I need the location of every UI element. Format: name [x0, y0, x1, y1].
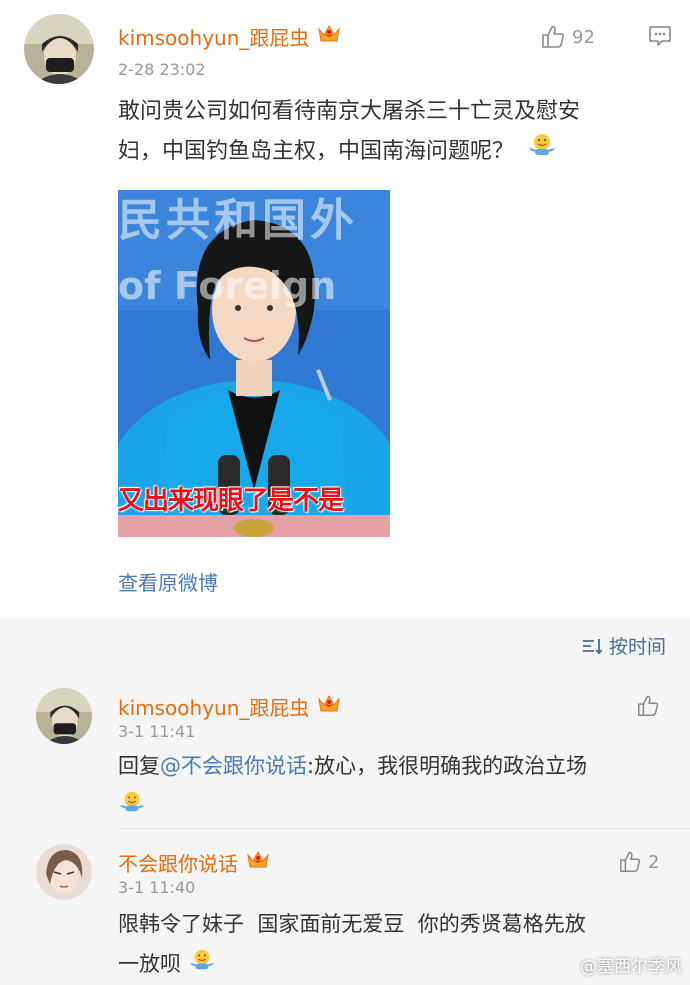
crown-badge-icon: [317, 693, 341, 720]
comment-time: 3-1 11:40: [118, 878, 196, 897]
post-username-text[interactable]: kimsoohyun_跟屁虫: [118, 22, 309, 51]
comment-username[interactable]: 不会跟你说话: [118, 848, 270, 877]
comment-like-count: 2: [648, 851, 660, 873]
comment-text-line-2: 一放呗: [118, 952, 181, 976]
crown-badge-icon: [246, 849, 270, 876]
comment-username-text[interactable]: kimsoohyun_跟屁虫: [118, 692, 309, 721]
post-avatar[interactable]: [24, 14, 94, 84]
post-like-count: 92: [572, 26, 595, 48]
watermark: @塞西尔季风: [580, 957, 682, 977]
post-text-line-1: 敢问贵公司如何看待南京大屠杀三十亡灵及慰安: [118, 99, 581, 124]
image-caption: 又出来现眼了是不是: [118, 486, 344, 516]
comment-avatar[interactable]: [36, 688, 92, 744]
comment-username[interactable]: kimsoohyun_跟屁虫: [118, 692, 341, 721]
post-text-line-2-text: 妇，中国钓鱼岛主权，中国南海问题呢？: [118, 139, 515, 164]
main-post: kimsoohyun_跟屁虫 2-28 23:02 92 敢问贵公司如何看待南京…: [0, 0, 690, 618]
sort-label: 按时间: [608, 636, 666, 658]
sort-icon: [582, 638, 603, 654]
post-like-button[interactable]: 92: [540, 24, 595, 50]
comment-text-line-1: 限韩令了妹子 国家面前无爱豆 你的秀贤葛格先放: [118, 912, 586, 936]
post-time: 2-28 23:02: [118, 60, 206, 79]
crown-badge-icon: [317, 23, 341, 50]
reply-prefix: 回复: [118, 754, 160, 778]
post-image[interactable]: 民共和国外 of Foreign 又出来现眼了是不是: [118, 190, 390, 537]
comment-like-button[interactable]: [636, 694, 660, 718]
comments-section: 按时间 kimsoohyun_跟屁虫 3-1 11:41 回复@不会跟你说话:放…: [0, 618, 690, 985]
thumbs-up-icon: [620, 851, 641, 872]
view-original-link[interactable]: 查看原微博: [118, 567, 218, 596]
thumbs-up-icon: [542, 26, 565, 48]
image-bg-text-top: 民共和国外: [118, 195, 358, 246]
sort-by-time-button[interactable]: 按时间: [581, 632, 666, 659]
mention-link[interactable]: @不会跟你说话: [160, 754, 307, 778]
comment-avatar[interactable]: [36, 844, 92, 900]
post-text: 敢问贵公司如何看待南京大屠杀三十亡灵及慰安 妇，中国钓鱼岛主权，中国南海问题呢？: [118, 92, 678, 172]
comment-username-text[interactable]: 不会跟你说话: [118, 848, 238, 877]
post-text-line-2: 妇，中国钓鱼岛主权，中国南海问题呢？: [118, 132, 678, 172]
thumbs-up-icon: [638, 695, 659, 716]
shrug-emoji-icon: [118, 787, 146, 827]
post-username[interactable]: kimsoohyun_跟屁虫: [118, 22, 341, 51]
shrug-emoji-icon: [527, 132, 557, 172]
comment-body: :放心，我很明确我的政治立场: [307, 754, 588, 778]
shrug-emoji-icon: [188, 945, 216, 985]
comment-text: 回复@不会跟你说话:放心，我很明确我的政治立场: [118, 746, 678, 827]
comment-icon[interactable]: [648, 24, 672, 52]
comment-divider: [118, 828, 690, 829]
comment-like-button[interactable]: 2: [618, 850, 659, 874]
image-bg-text-middle: of Foreign: [118, 264, 337, 308]
comment-time: 3-1 11:41: [118, 722, 196, 741]
